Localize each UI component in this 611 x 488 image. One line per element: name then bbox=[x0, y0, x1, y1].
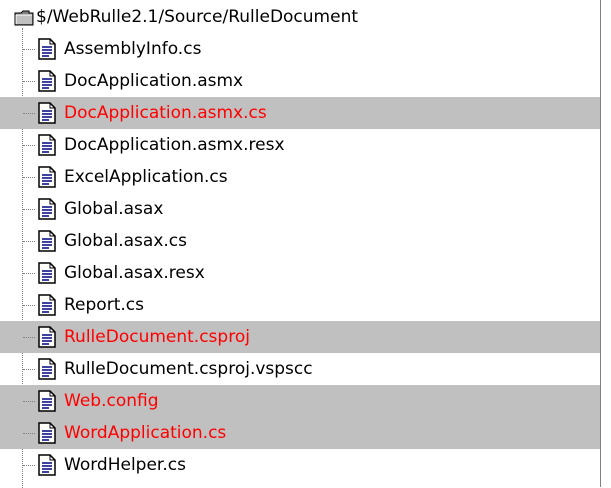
document-icon bbox=[38, 422, 56, 444]
tree-item-connector bbox=[23, 433, 35, 434]
tree-item[interactable]: DocApplication.asmx.cs bbox=[0, 97, 600, 129]
tree-item-label: WordHelper.cs bbox=[64, 455, 186, 475]
document-icon bbox=[38, 230, 56, 252]
tree-item[interactable]: DocApplication.asmx.resx bbox=[0, 129, 600, 161]
tree-item-label: DocApplication.asmx bbox=[64, 71, 244, 91]
tree-item[interactable]: Web.config bbox=[0, 385, 600, 417]
document-icon bbox=[38, 70, 56, 92]
tree-item-label: AssemblyInfo.cs bbox=[64, 39, 202, 59]
tree-item-connector bbox=[23, 241, 35, 242]
tree-item[interactable]: DocApplication.asmx bbox=[0, 65, 600, 97]
tree-item[interactable]: WordHelper.cs bbox=[0, 449, 600, 481]
tree-item-label: Global.asax.cs bbox=[64, 231, 187, 251]
tree-item[interactable]: Report.cs bbox=[0, 289, 600, 321]
tree-root-node[interactable]: $/WebRulle2.1/Source/RulleDocument bbox=[0, 0, 611, 33]
tree-item-label: Global.asax bbox=[64, 199, 164, 219]
tree-item[interactable]: AssemblyInfo.cs bbox=[0, 33, 600, 65]
tree-item-connector bbox=[23, 337, 35, 338]
tree-item[interactable]: WordApplication.cs bbox=[0, 417, 600, 449]
tree-item-connector bbox=[23, 177, 35, 178]
folder-icon bbox=[14, 10, 34, 26]
tree-item-label: WordApplication.cs bbox=[64, 423, 227, 443]
tree-item-connector bbox=[23, 113, 35, 114]
file-tree: $/WebRulle2.1/Source/RulleDocument Assem… bbox=[0, 0, 611, 488]
document-icon bbox=[38, 390, 56, 412]
tree-item-label: DocApplication.asmx.resx bbox=[64, 135, 285, 155]
tree-item-label: DocApplication.asmx.cs bbox=[64, 103, 267, 123]
tree-item-connector bbox=[23, 305, 35, 306]
tree-item-label: Report.cs bbox=[64, 295, 144, 315]
tree-item-connector bbox=[23, 369, 35, 370]
tree-item-label: ExcelApplication.cs bbox=[64, 167, 228, 187]
document-icon bbox=[38, 102, 56, 124]
tree-item[interactable]: ExcelApplication.cs bbox=[0, 161, 600, 193]
tree-item-label: Global.asax.resx bbox=[64, 263, 205, 283]
tree-root-label: $/WebRulle2.1/Source/RulleDocument bbox=[36, 7, 359, 27]
tree-item[interactable]: RulleDocument.csproj.vspscc bbox=[0, 353, 600, 385]
tree-item-connector bbox=[23, 209, 35, 210]
document-icon bbox=[38, 358, 56, 380]
tree-item[interactable]: RulleDocument.csproj bbox=[0, 321, 600, 353]
tree-item[interactable]: Global.asax.resx bbox=[0, 257, 600, 289]
tree-item-connector bbox=[23, 465, 35, 466]
tree-item-label: RulleDocument.csproj.vspscc bbox=[64, 359, 313, 379]
tree-items: AssemblyInfo.cs DocApplication.asmx DocA… bbox=[0, 33, 600, 481]
tree-item-connector bbox=[23, 401, 35, 402]
tree-item-label: Web.config bbox=[64, 391, 159, 411]
tree-item-connector bbox=[23, 145, 35, 146]
document-icon bbox=[38, 262, 56, 284]
document-icon bbox=[38, 294, 56, 316]
document-icon bbox=[38, 134, 56, 156]
tree-item-label: RulleDocument.csproj bbox=[64, 327, 250, 347]
document-icon bbox=[38, 454, 56, 476]
tree-item-connector bbox=[23, 81, 35, 82]
tree-item[interactable]: Global.asax bbox=[0, 193, 600, 225]
document-icon bbox=[38, 38, 56, 60]
tree-item-connector bbox=[23, 273, 35, 274]
document-icon bbox=[38, 166, 56, 188]
tree-item[interactable]: Global.asax.cs bbox=[0, 225, 600, 257]
tree-border-right bbox=[600, 0, 601, 487]
document-icon bbox=[38, 326, 56, 348]
document-icon bbox=[38, 198, 56, 220]
tree-item-connector bbox=[23, 49, 35, 50]
